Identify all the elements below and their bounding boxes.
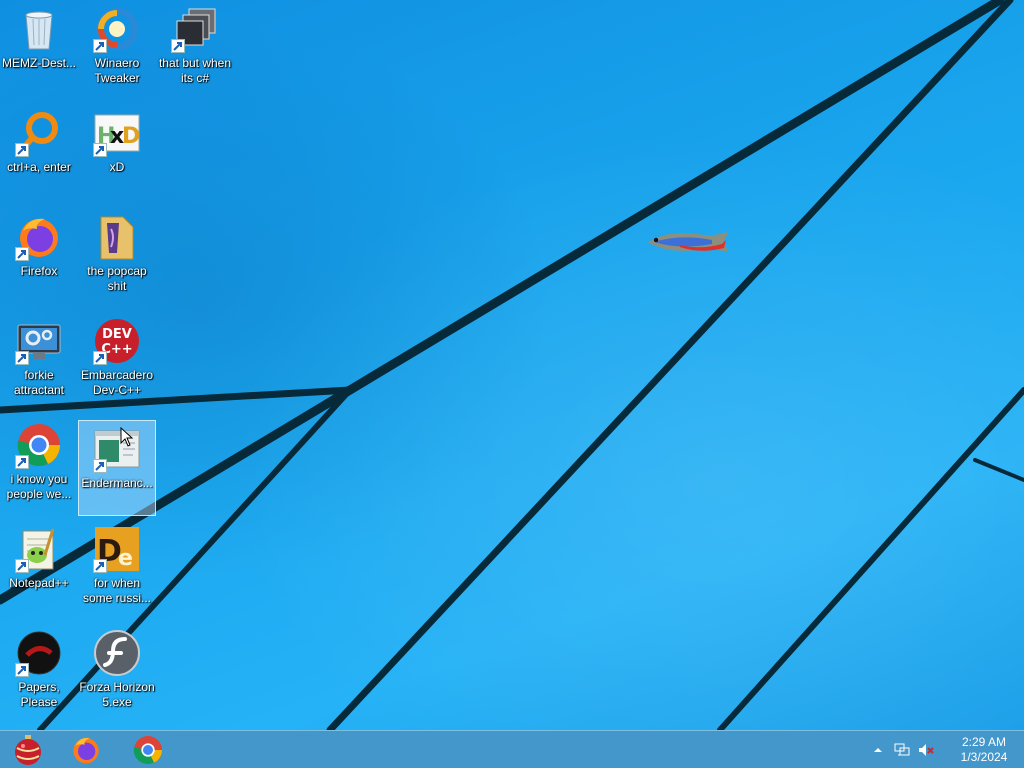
shortcut-arrow-icon [93,459,107,473]
desktop-icon-label: Endermanc... [81,476,153,490]
desktop-icon-dev-cpp[interactable]: DEV C++ Embarcadero Dev-C++ [78,312,156,408]
desktop-icon-label: for when some russi... [82,576,151,605]
network-button[interactable] [893,741,911,759]
system-tray: 2:29 AM 1/3/2024 [866,731,1024,768]
desktop-icon-firefox[interactable]: Firefox [0,208,78,304]
desktop-icon-label: Notepad++ [9,576,69,590]
desktop-icon-de[interactable]: D e for when some russi... [78,520,156,616]
desktop[interactable]: MEMZ-Dest... ctrl+a, enter Firefox forki… [0,0,1024,730]
svg-text:e: e [118,546,133,571]
shortcut-arrow-icon [15,455,29,469]
desktop-icon-label: Embarcadero Dev-C++ [80,368,154,397]
desktop-icon-label: ctrl+a, enter [7,160,71,174]
shortcut-arrow-icon [93,143,107,157]
mouse-cursor-icon [120,427,134,447]
shortcut-arrow-icon [15,559,29,573]
desktop-icon-label: xD [109,160,125,174]
clock-date: 1/3/2024 [960,750,1008,764]
chevron-up-icon [874,748,882,752]
network-icon [894,743,910,756]
show-hidden-icons-button[interactable] [869,741,887,759]
flash-icon [94,630,140,676]
firefox-icon [73,737,99,764]
desktop-icon-papers-please[interactable]: Papers, Please [0,624,78,720]
shortcut-arrow-icon [93,39,107,53]
taskbar: 2:29 AM 1/3/2024 [0,730,1024,768]
desktop-icon-label: Papers, Please [18,680,60,709]
shortcut-arrow-icon [15,351,29,365]
recycle-bin-icon [25,11,53,50]
desktop-icon-that-but-when-csharp[interactable]: that but when its c# [156,0,234,96]
desktop-icon-notepad-plus-plus[interactable]: Notepad++ [0,520,78,616]
ornament-start-icon [15,735,41,765]
desktop-icon-popcap-folder[interactable]: the popcap shit [78,208,156,304]
desktop-icon-memz[interactable]: MEMZ-Dest... [0,0,78,96]
shortcut-arrow-icon [15,247,29,261]
fish-screenmate[interactable] [640,226,740,258]
desktop-icon-ctrl-a-enter[interactable]: ctrl+a, enter [0,104,78,200]
desktop-icon-winaero-tweaker[interactable]: Winaero Tweaker [78,0,156,96]
desktop-icon-endermanch[interactable]: Endermanc... [78,420,156,516]
shortcut-arrow-icon [15,663,29,677]
desktop-icon-chrome[interactable]: i know you people we... [0,416,78,512]
desktop-icon-label: i know you people we... [6,472,72,501]
taskbar-firefox-button[interactable] [58,732,114,768]
shortcut-arrow-icon [93,559,107,573]
clock-time: 2:29 AM [961,735,1007,749]
shortcut-arrow-icon [171,39,185,53]
svg-text:D: D [122,124,140,149]
desktop-icon-label: Winaero Tweaker [94,56,140,85]
volume-muted-icon [919,744,934,756]
volume-button[interactable] [917,741,935,759]
taskbar-chrome-button[interactable] [120,732,176,768]
folder-icon [100,216,134,260]
svg-text:DEV: DEV [102,327,132,342]
desktop-icon-label: that but when its c# [158,56,232,85]
desktop-icon-label: MEMZ-Dest... [2,56,76,70]
desktop-icon-hxd[interactable]: H x D xD [78,104,156,200]
desktop-icon-forkie-attractant[interactable]: forkie attractant [0,312,78,408]
desktop-icon-label: forkie attractant [13,368,65,397]
desktop-icon-label: the popcap shit [87,264,147,293]
chrome-icon [133,736,163,764]
desktop-icon-label: Forza Horizon 5.exe [79,680,155,709]
desktop-icon-forza-horizon[interactable]: Forza Horizon 5.exe [78,624,156,720]
shortcut-arrow-icon [93,351,107,365]
desktop-icon-label: Firefox [20,264,58,278]
shortcut-arrow-icon [15,143,29,157]
clock[interactable]: 2:29 AM 1/3/2024 [944,735,1024,765]
start-button[interactable] [0,732,56,768]
